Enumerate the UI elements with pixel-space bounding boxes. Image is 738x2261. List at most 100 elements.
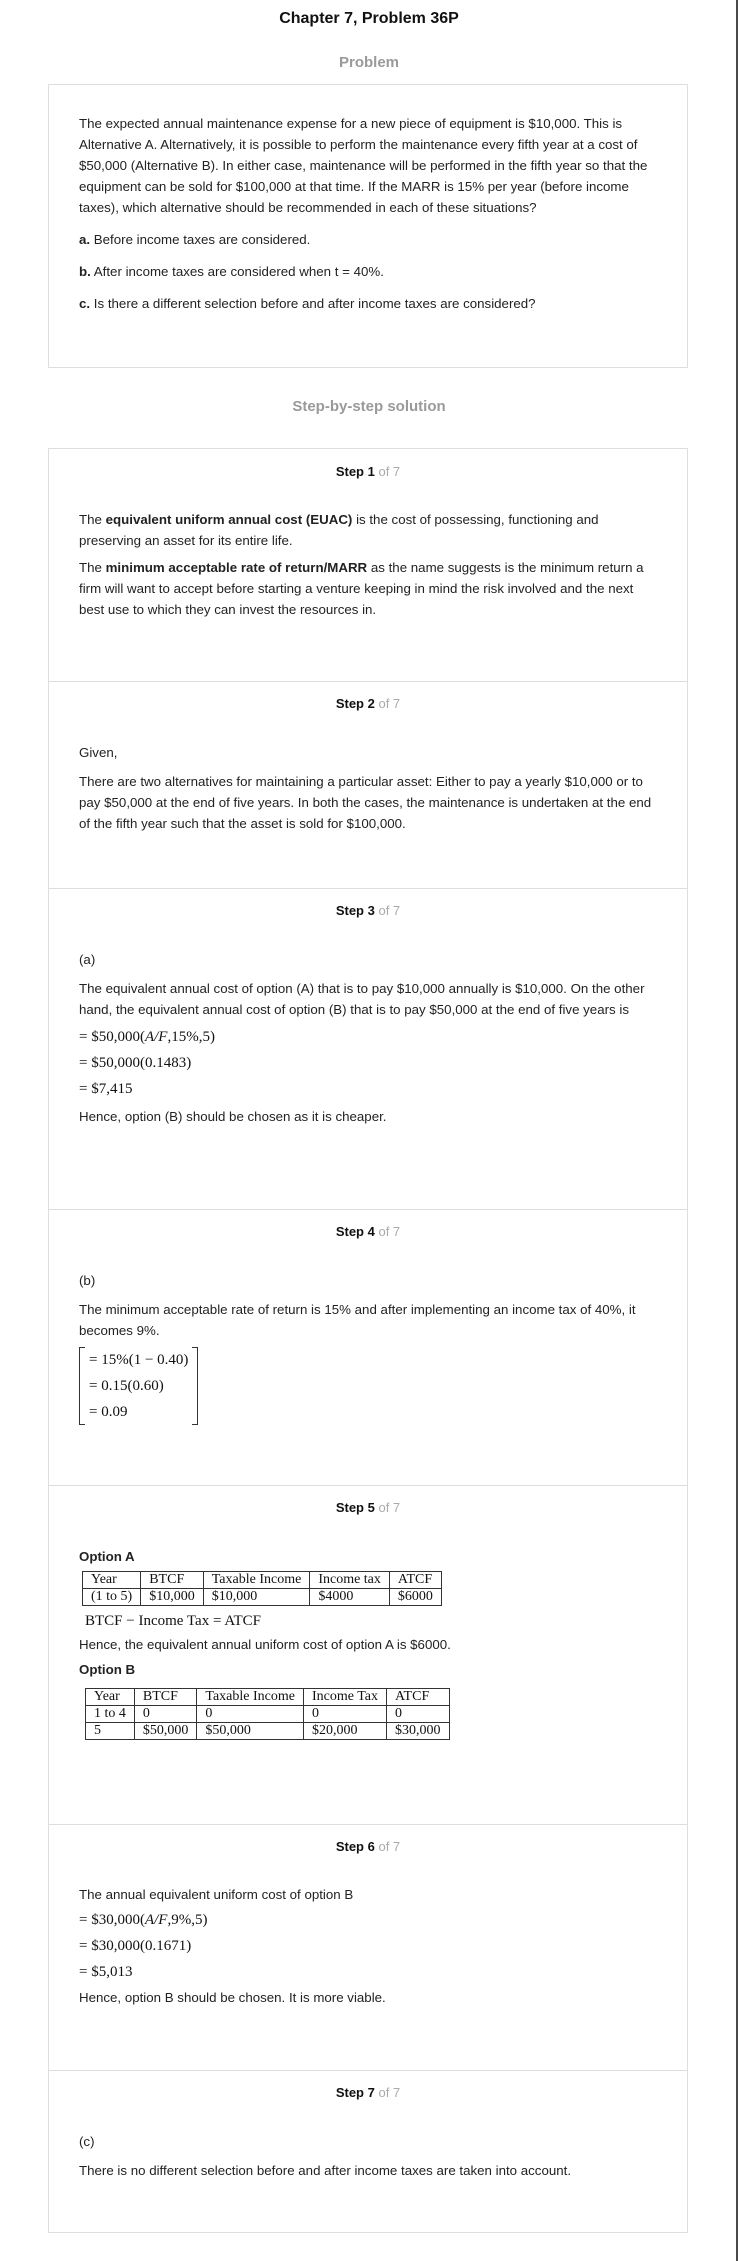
step6-eq-line-3: = $5,013 — [79, 1964, 133, 1980]
step4-bracket-matrix: = 15%(1 − 0.40) = 0.15(0.60) = 0.09 — [79, 1347, 199, 1425]
step3-equation: = $50,000(A/F,15%,5) = $50,000(0.1483) =… — [79, 1024, 657, 1102]
step4-text: The minimum acceptable rate of return is… — [79, 1302, 636, 1338]
step-7-card: Step 7 of 7 (c) There is no different se… — [48, 2070, 688, 2233]
step6-eq-line-2: = $30,000(0.1671) — [79, 1938, 192, 1954]
problem-box: The expected annual maintenance expense … — [48, 84, 688, 368]
table-header-cell: Income tax — [309, 1571, 390, 1589]
step1-marr-paragraph: The minimum acceptable rate of return/MA… — [79, 560, 644, 617]
table-header-row: Year BTCF Taxable Income Income Tax ATCF — [85, 1688, 450, 1706]
table-cell: 0 — [386, 1705, 450, 1723]
step-5-header: Step 5 of 7 — [49, 1500, 687, 1515]
part-b-label: b. — [79, 264, 91, 279]
table-cell: $30,000 — [386, 1722, 450, 1740]
step-4-of: of 7 — [378, 1224, 401, 1239]
table-cell: $10,000 — [202, 1588, 311, 1606]
table-header-cell: ATCF — [386, 1688, 450, 1706]
marr-term: minimum acceptable rate of return/MARR — [105, 560, 368, 575]
step-4-label: Step 4 — [335, 1224, 375, 1239]
step3-eq-line-1: = $50,000(A/F,15%,5) — [79, 1029, 215, 1045]
option-b-table: Year BTCF Taxable Income Income Tax ATCF… — [85, 1688, 450, 1740]
part-c-text: Is there a different selection before an… — [93, 296, 536, 311]
problem-heading: Problem — [338, 54, 399, 71]
step-1-card: Step 1 of 7 The equivalent uniform annua… — [48, 448, 688, 682]
step-3-header: Step 3 of 7 — [49, 903, 687, 918]
step4-part: (b) — [79, 1273, 96, 1288]
step-5-card: Step 5 of 7 Option A Year BTCF Taxable I… — [48, 1485, 688, 1825]
step3-eq-line-3: = $7,415 — [79, 1081, 133, 1097]
table-header-cell: ATCF — [388, 1571, 442, 1589]
option-b-heading: Option B — [79, 1662, 136, 1677]
step7-part: (c) — [79, 2134, 95, 2149]
step7-text: There is no different selection before a… — [79, 2163, 572, 2178]
part-a-label: a. — [79, 232, 91, 247]
table-row: 5 $50,000 $50,000 $20,000 $30,000 — [85, 1722, 450, 1740]
option-a-table: Year BTCF Taxable Income Income tax ATCF… — [81, 1571, 442, 1606]
step4-eq-line-2: = 0.15(0.60) — [89, 1378, 164, 1394]
table-cell: $50,000 — [196, 1722, 304, 1740]
table-cell: $20,000 — [302, 1722, 388, 1740]
step-7-header: Step 7 of 7 — [49, 2085, 687, 2100]
step3-part: (a) — [79, 952, 96, 967]
step-7-label: Step 7 — [335, 2085, 375, 2100]
problem-text: The expected annual maintenance expense … — [79, 116, 648, 215]
step-7-of: of 7 — [378, 2085, 401, 2100]
step2-text: There are two alternatives for maintaini… — [79, 774, 652, 831]
step6-eq-line-1: = $30,000(A/F,9%,5) — [79, 1912, 208, 1928]
step-6-of: of 7 — [378, 1839, 401, 1854]
table-header-cell: Income Tax — [302, 1688, 388, 1706]
problem-part-a: a. Before income taxes are considered. — [79, 229, 657, 250]
table-row: 1 to 4 0 0 0 0 — [85, 1705, 450, 1723]
step-3-of: of 7 — [378, 903, 401, 918]
step-2-label: Step 2 — [335, 696, 375, 711]
table-cell: 5 — [85, 1722, 135, 1740]
step-2-header: Step 2 of 7 — [49, 696, 687, 711]
table-cell: $4000 — [309, 1588, 390, 1606]
step-1-header: Step 1 of 7 — [49, 464, 687, 479]
step-4-header: Step 4 of 7 — [49, 1224, 687, 1239]
table-header-cell: Taxable Income — [202, 1571, 311, 1589]
table-cell: 1 to 4 — [85, 1705, 135, 1723]
page-title: Chapter 7, Problem 36P — [279, 10, 459, 27]
table-cell: 0 — [196, 1705, 304, 1723]
step-2-card: Step 2 of 7 Given, There are two alterna… — [48, 681, 688, 889]
step2-given: Given, — [79, 745, 118, 760]
step-5-of: of 7 — [378, 1500, 401, 1515]
problem-part-b: b. After income taxes are considered whe… — [79, 261, 657, 282]
table-header-cell: Year — [81, 1571, 142, 1589]
solution-heading: Step-by-step solution — [292, 398, 446, 415]
step3-conclusion: Hence, option (B) should be chosen as it… — [79, 1109, 387, 1124]
step1-euac-paragraph: The equivalent uniform annual cost (EUAC… — [79, 512, 599, 548]
step-1-label: Step 1 — [335, 464, 375, 479]
table-cell: $6000 — [388, 1588, 442, 1606]
step6-conclusion: Hence, option B should be chosen. It is … — [79, 1990, 386, 2005]
step-6-header: Step 6 of 7 — [49, 1839, 687, 1854]
table-cell: $10,000 — [140, 1588, 204, 1606]
table-header-cell: Taxable Income — [196, 1688, 304, 1706]
step-3-label: Step 3 — [335, 903, 375, 918]
step-2-of: of 7 — [378, 696, 401, 711]
step-6-label: Step 6 — [335, 1839, 375, 1854]
step-6-card: Step 6 of 7 The annual equivalent unifor… — [48, 1824, 688, 2071]
option-a-conclusion: Hence, the equivalent annual uniform cos… — [79, 1637, 451, 1652]
step6-text: The annual equivalent uniform cost of op… — [79, 1887, 354, 1902]
problem-part-c: c. Is there a different selection before… — [79, 293, 657, 314]
euac-term: equivalent uniform annual cost (EUAC) — [105, 512, 353, 527]
step4-eq-line-3: = 0.09 — [89, 1404, 128, 1420]
step4-equation: = 15%(1 − 0.40) = 0.15(0.60) = 0.09 — [79, 1347, 657, 1425]
part-a-text: Before income taxes are considered. — [93, 232, 311, 247]
part-b-text: After income taxes are considered when t… — [93, 264, 384, 279]
step5-formula: BTCF − Income Tax = ATCF — [85, 1613, 262, 1629]
table-cell: 0 — [133, 1705, 198, 1723]
table-cell: 0 — [302, 1705, 388, 1723]
step-4-card: Step 4 of 7 (b) The minimum acceptable r… — [48, 1209, 688, 1486]
step-5-label: Step 5 — [335, 1500, 375, 1515]
option-a-heading: Option A — [79, 1549, 135, 1564]
step4-eq-line-1: = 15%(1 − 0.40) — [89, 1352, 189, 1368]
part-c-label: c. — [79, 296, 91, 311]
step3-eq-line-2: = $50,000(0.1483) — [79, 1055, 192, 1071]
table-header-cell: BTCF — [140, 1571, 204, 1589]
step-1-of: of 7 — [378, 464, 401, 479]
step-3-card: Step 3 of 7 (a) The equivalent annual co… — [48, 888, 688, 1210]
step6-equation: = $30,000(A/F,9%,5) = $30,000(0.1671) = … — [79, 1907, 657, 1985]
table-row: (1 to 5) $10,000 $10,000 $4000 $6000 — [81, 1588, 442, 1606]
